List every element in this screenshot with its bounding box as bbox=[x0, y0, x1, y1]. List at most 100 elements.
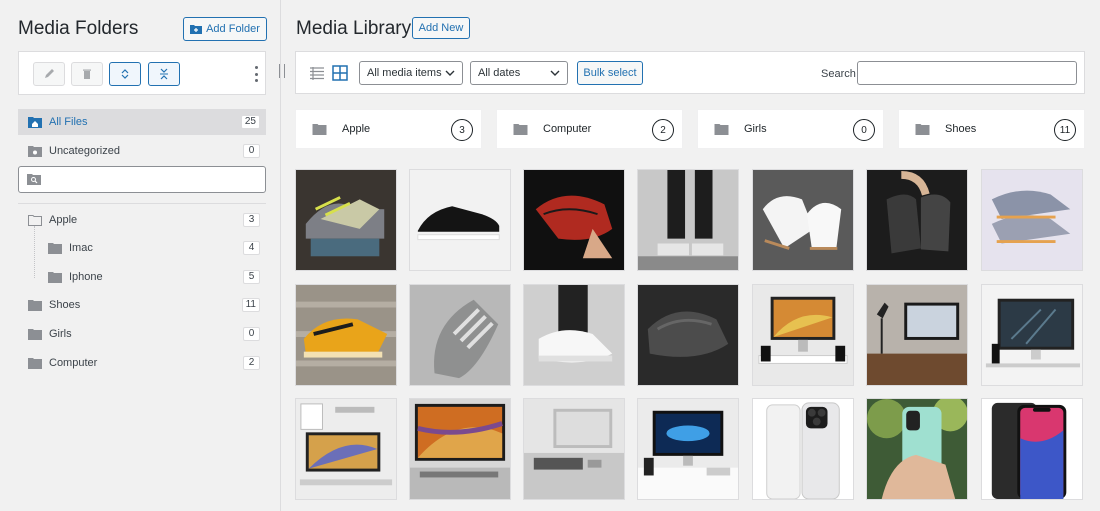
folder-count: 0 bbox=[243, 327, 260, 341]
media-thumbnail[interactable] bbox=[409, 284, 511, 386]
media-thumbnail[interactable] bbox=[866, 284, 968, 386]
folder-count: 0 bbox=[243, 144, 260, 158]
sidebar-title: Media Folders bbox=[18, 18, 139, 39]
search-icon bbox=[27, 173, 41, 188]
dates-value: All dates bbox=[478, 67, 521, 79]
tree-item-girls[interactable]: Girls 0 bbox=[18, 321, 266, 347]
media-thumbnail[interactable] bbox=[637, 398, 739, 500]
media-thumbnail[interactable] bbox=[295, 398, 397, 500]
folder-count: 4 bbox=[243, 241, 260, 255]
folder-plus-icon bbox=[190, 25, 203, 34]
folder-card-shoes[interactable]: Shoes 11 bbox=[898, 109, 1085, 149]
folder-icon bbox=[48, 271, 62, 283]
sidebar-resize-handle[interactable] bbox=[279, 64, 285, 78]
folder-count: 3 bbox=[243, 213, 260, 227]
add-folder-button[interactable]: Add Folder bbox=[183, 17, 267, 41]
media-thumbnail[interactable] bbox=[637, 284, 739, 386]
folder-count: 25 bbox=[240, 115, 260, 129]
folder-icon bbox=[48, 242, 62, 254]
folder-label: Iphone bbox=[69, 271, 103, 283]
folder-icon bbox=[312, 123, 327, 135]
folder-label: Shoes bbox=[49, 299, 81, 311]
media-thumbnail[interactable] bbox=[523, 398, 625, 500]
folder-card-count: 3 bbox=[451, 119, 473, 141]
chevron-down-icon bbox=[445, 70, 455, 76]
media-thumbnail[interactable] bbox=[637, 169, 739, 271]
page-title: Media Library bbox=[296, 18, 412, 39]
folder-icon bbox=[513, 123, 528, 135]
media-thumbnail[interactable] bbox=[866, 398, 968, 500]
media-thumbnail[interactable] bbox=[295, 169, 397, 271]
folder-card-name: Apple bbox=[342, 123, 371, 135]
folder-uncategorized[interactable]: Uncategorized 0 bbox=[18, 138, 266, 164]
folder-icon bbox=[28, 328, 42, 340]
media-thumbnail[interactable] bbox=[981, 398, 1083, 500]
media-thumbnail[interactable] bbox=[523, 284, 625, 386]
media-thumbnail[interactable] bbox=[752, 284, 854, 386]
grid-view-icon[interactable] bbox=[332, 65, 348, 81]
folder-card-count: 2 bbox=[652, 119, 674, 141]
tree-divider bbox=[18, 203, 266, 204]
dates-select[interactable]: All dates bbox=[470, 61, 568, 85]
folder-open-icon bbox=[28, 214, 42, 226]
folder-card-name: Shoes bbox=[945, 123, 977, 135]
media-filter-bar: All media items All dates Bulk select Se… bbox=[295, 51, 1085, 94]
tree-item-imac[interactable]: Imac 4 bbox=[18, 235, 266, 261]
media-thumbnail[interactable] bbox=[981, 169, 1083, 271]
media-thumbnail[interactable] bbox=[981, 284, 1083, 386]
expand-all-button[interactable] bbox=[109, 62, 141, 86]
media-thumbnail[interactable] bbox=[752, 169, 854, 271]
media-thumbnail[interactable] bbox=[409, 169, 511, 271]
folder-label: Apple bbox=[49, 214, 78, 226]
folder-camera-icon bbox=[28, 145, 42, 157]
search-label: Search bbox=[821, 68, 856, 80]
folder-label: Girls bbox=[49, 328, 72, 340]
rename-folder-button[interactable] bbox=[33, 62, 65, 86]
collapse-icon bbox=[160, 68, 168, 80]
media-type-select[interactable]: All media items bbox=[359, 61, 463, 85]
folder-home-icon bbox=[28, 116, 42, 128]
folder-card-apple[interactable]: Apple 3 bbox=[295, 109, 482, 149]
folder-count: 5 bbox=[243, 270, 260, 284]
folder-toolbar bbox=[18, 51, 266, 95]
folder-icon bbox=[28, 357, 42, 369]
add-folder-label: Add Folder bbox=[206, 23, 260, 35]
tree-item-shoes[interactable]: Shoes 11 bbox=[18, 292, 266, 318]
add-new-button[interactable]: Add New bbox=[412, 17, 470, 39]
folder-card-girls[interactable]: Girls 0 bbox=[697, 109, 884, 149]
pencil-icon bbox=[45, 69, 54, 78]
folder-count: 11 bbox=[241, 298, 260, 312]
folder-label: All Files bbox=[49, 116, 88, 128]
folder-label: Uncategorized bbox=[49, 145, 120, 157]
collapse-all-button[interactable] bbox=[148, 62, 180, 86]
media-thumbnail[interactable] bbox=[752, 398, 854, 500]
folder-icon bbox=[28, 299, 42, 311]
media-thumbnail[interactable] bbox=[409, 398, 511, 500]
folder-card-computer[interactable]: Computer 2 bbox=[496, 109, 683, 149]
media-thumbnail[interactable] bbox=[866, 169, 968, 271]
folder-card-count: 11 bbox=[1054, 119, 1076, 141]
trash-icon bbox=[83, 69, 91, 79]
folder-count: 2 bbox=[243, 356, 260, 370]
media-search-input[interactable] bbox=[857, 61, 1077, 85]
folder-search-input[interactable] bbox=[18, 166, 266, 193]
list-view-icon[interactable] bbox=[309, 65, 325, 81]
folder-card-count: 0 bbox=[853, 119, 875, 141]
folder-card-name: Computer bbox=[543, 123, 592, 135]
tree-item-iphone[interactable]: Iphone 5 bbox=[18, 264, 266, 290]
folder-label: Imac bbox=[69, 242, 93, 254]
delete-folder-button[interactable] bbox=[71, 62, 103, 86]
media-thumbnail[interactable] bbox=[295, 284, 397, 386]
folder-all-files[interactable]: All Files 25 bbox=[18, 109, 266, 135]
tree-item-apple[interactable]: Apple 3 bbox=[18, 207, 266, 233]
media-folders-sidebar: Media Folders Add Folder All Files 25 Un… bbox=[0, 0, 281, 511]
folder-card-name: Girls bbox=[744, 123, 767, 135]
folder-icon bbox=[915, 123, 930, 135]
media-thumbnail[interactable] bbox=[523, 169, 625, 271]
more-options-icon[interactable] bbox=[255, 66, 259, 82]
folder-label: Computer bbox=[49, 357, 98, 369]
tree-item-computer[interactable]: Computer 2 bbox=[18, 350, 266, 376]
folder-icon bbox=[714, 123, 729, 135]
bulk-select-button[interactable]: Bulk select bbox=[577, 61, 643, 85]
chevron-down-icon bbox=[550, 70, 560, 76]
